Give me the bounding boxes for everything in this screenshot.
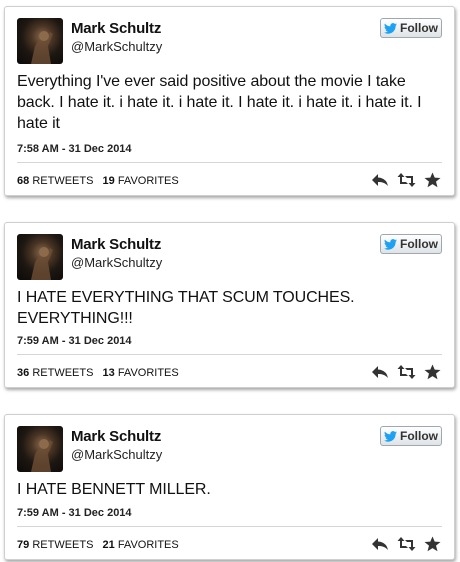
- reply-icon[interactable]: [371, 172, 390, 188]
- follow-button[interactable]: Follow: [380, 18, 442, 38]
- tweet-text: I HATE BENNETT MILLER.: [17, 481, 211, 498]
- favorites-label: FAVORITES: [117, 367, 179, 379]
- author-name[interactable]: Mark Schultz: [71, 20, 161, 37]
- retweets-label: RETWEETS: [32, 367, 94, 379]
- tweet-actions: [371, 172, 442, 188]
- follow-label: Follow: [400, 21, 438, 35]
- tweet-card: Mark Schultz @MarkSchultzy Follow I HATE…: [4, 222, 455, 388]
- author-handle[interactable]: @MarkSchultzy: [71, 255, 162, 270]
- follow-label: Follow: [400, 429, 438, 443]
- twitter-bird-icon: [384, 430, 397, 442]
- favorites-label: FAVORITES: [117, 539, 179, 551]
- author-handle[interactable]: @MarkSchultzy: [71, 39, 162, 54]
- star-icon[interactable]: [423, 536, 442, 552]
- tweet-stats: 68 RETWEETS 19 FAVORITES: [17, 175, 179, 187]
- tweet-actions: [371, 536, 442, 552]
- avatar[interactable]: [17, 18, 63, 64]
- divider: [17, 354, 442, 355]
- author-name[interactable]: Mark Schultz: [71, 428, 161, 445]
- retweets-label: RETWEETS: [32, 539, 94, 551]
- author-name[interactable]: Mark Schultz: [71, 236, 161, 253]
- favorite-count[interactable]: 19: [103, 175, 115, 187]
- twitter-bird-icon: [384, 238, 397, 250]
- tweet-timestamp[interactable]: 7:58 AM - 31 Dec 2014: [17, 143, 132, 155]
- retweet-icon[interactable]: [397, 172, 416, 188]
- retweet-count[interactable]: 68: [17, 175, 29, 187]
- star-icon[interactable]: [423, 364, 442, 380]
- divider: [17, 162, 442, 163]
- avatar[interactable]: [17, 426, 63, 472]
- retweet-icon[interactable]: [397, 536, 416, 552]
- reply-icon[interactable]: [371, 364, 390, 380]
- retweet-icon[interactable]: [397, 364, 416, 380]
- favorite-count[interactable]: 21: [103, 539, 115, 551]
- tweet-timestamp[interactable]: 7:59 AM - 31 Dec 2014: [17, 507, 132, 519]
- divider: [17, 526, 442, 527]
- retweet-count[interactable]: 79: [17, 539, 29, 551]
- star-icon[interactable]: [423, 172, 442, 188]
- follow-label: Follow: [400, 237, 438, 251]
- tweet-card: Mark Schultz @MarkSchultzy Follow I HATE…: [4, 414, 455, 560]
- reply-icon[interactable]: [371, 536, 390, 552]
- tweet-actions: [371, 364, 442, 380]
- tweet-stats: 79 RETWEETS 21 FAVORITES: [17, 539, 179, 551]
- avatar[interactable]: [17, 234, 63, 280]
- tweet-text: Everything I've ever said positive about…: [17, 73, 422, 132]
- tweet-stats: 36 RETWEETS 13 FAVORITES: [17, 367, 179, 379]
- favorite-count[interactable]: 13: [103, 367, 115, 379]
- follow-button[interactable]: Follow: [380, 234, 442, 254]
- retweets-label: RETWEETS: [32, 175, 94, 187]
- author-handle[interactable]: @MarkSchultzy: [71, 447, 162, 462]
- tweet-timestamp[interactable]: 7:59 AM - 31 Dec 2014: [17, 335, 132, 347]
- tweet-text: I HATE EVERYTHING THAT SCUM TOUCHES. EVE…: [17, 289, 355, 327]
- favorites-label: FAVORITES: [117, 175, 179, 187]
- twitter-bird-icon: [384, 22, 397, 34]
- retweet-count[interactable]: 36: [17, 367, 29, 379]
- follow-button[interactable]: Follow: [380, 426, 442, 446]
- tweet-card: Mark Schultz @MarkSchultzy Follow Everyt…: [4, 6, 455, 196]
